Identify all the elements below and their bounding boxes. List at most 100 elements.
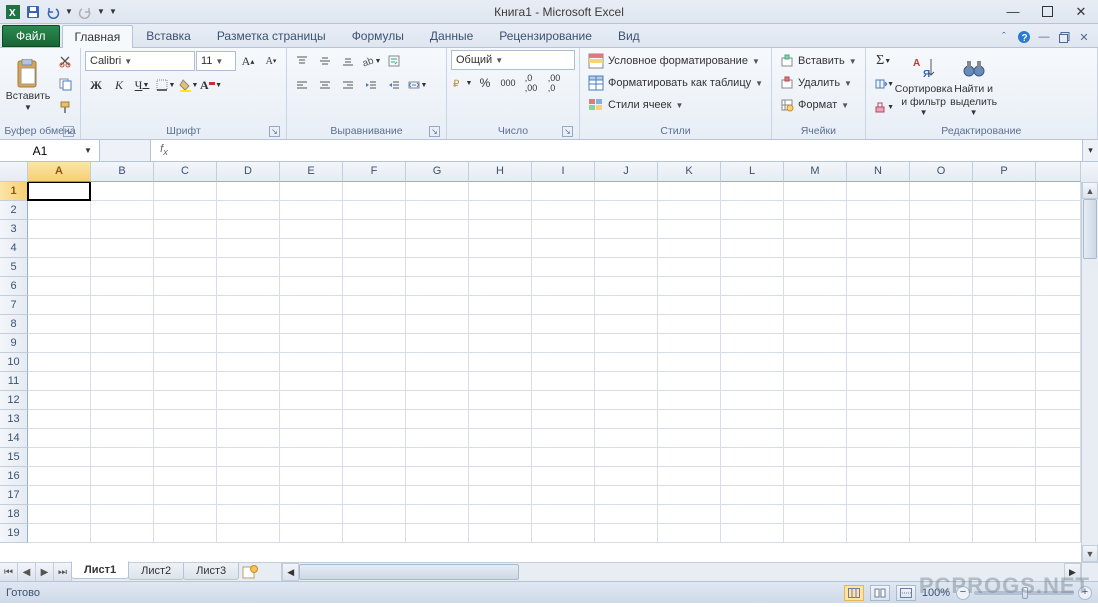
cell[interactable] [721, 277, 784, 296]
increase-decimal-button[interactable]: ,0,00 [520, 72, 542, 94]
cell[interactable] [406, 220, 469, 239]
cell[interactable] [910, 296, 973, 315]
cell[interactable] [784, 467, 847, 486]
sort-filter-button[interactable]: АЯ Сортировка и фильтр▼ [900, 50, 948, 120]
cell[interactable] [469, 505, 532, 524]
zoom-thumb[interactable] [1022, 587, 1028, 599]
save-icon[interactable] [24, 3, 42, 21]
cell[interactable] [154, 277, 217, 296]
cell[interactable] [721, 182, 784, 201]
row-header[interactable]: 5 [0, 258, 28, 277]
dialog-launcher-icon[interactable]: ↘ [63, 126, 74, 137]
cell[interactable] [1036, 429, 1081, 448]
cell[interactable] [469, 296, 532, 315]
cell[interactable] [217, 410, 280, 429]
border-button[interactable]: ▼ [154, 74, 176, 96]
merge-button[interactable]: ▼ [406, 74, 428, 96]
row-header[interactable]: 10 [0, 353, 28, 372]
cell[interactable] [847, 448, 910, 467]
ribbon-tab-3[interactable]: Формулы [339, 24, 417, 47]
cell[interactable] [784, 296, 847, 315]
cell[interactable] [406, 258, 469, 277]
cell[interactable] [595, 391, 658, 410]
minimize-ribbon-icon[interactable]: ˆ [996, 29, 1012, 45]
cell[interactable] [469, 277, 532, 296]
undo-icon[interactable] [44, 3, 62, 21]
cell[interactable] [847, 239, 910, 258]
cell[interactable] [721, 315, 784, 334]
cell[interactable] [1036, 182, 1081, 201]
cell[interactable] [28, 391, 91, 410]
minimize-button[interactable]: — [1000, 4, 1026, 20]
dialog-launcher-icon[interactable]: ↘ [562, 126, 573, 137]
cell[interactable] [910, 258, 973, 277]
cell[interactable] [343, 448, 406, 467]
cell[interactable] [973, 258, 1036, 277]
scroll-up-icon[interactable]: ▲ [1082, 182, 1098, 199]
cell[interactable] [469, 448, 532, 467]
cell[interactable] [154, 429, 217, 448]
cell[interactable] [406, 353, 469, 372]
column-header[interactable]: O [910, 162, 973, 182]
cell[interactable] [595, 524, 658, 543]
cell[interactable] [343, 315, 406, 334]
cell[interactable] [28, 220, 91, 239]
select-all-corner[interactable] [0, 162, 28, 182]
cell[interactable] [1036, 372, 1081, 391]
cell[interactable] [91, 353, 154, 372]
cell[interactable] [469, 410, 532, 429]
cell[interactable] [154, 201, 217, 220]
undo-dropdown-icon[interactable]: ▼ [64, 3, 74, 21]
normal-view-button[interactable] [844, 585, 864, 601]
cell[interactable] [595, 315, 658, 334]
column-header[interactable]: L [721, 162, 784, 182]
cell[interactable] [406, 277, 469, 296]
cell[interactable] [154, 391, 217, 410]
comma-button[interactable]: 000 [497, 72, 519, 94]
zoom-track[interactable] [974, 591, 1074, 595]
cell[interactable] [343, 277, 406, 296]
cell[interactable] [721, 467, 784, 486]
cell[interactable] [154, 353, 217, 372]
cell[interactable] [784, 239, 847, 258]
cell[interactable] [91, 429, 154, 448]
cell-styles-button[interactable]: Стили ячеек▼ [584, 94, 767, 116]
cell[interactable] [91, 277, 154, 296]
cell[interactable] [973, 182, 1036, 201]
cell[interactable] [280, 334, 343, 353]
cell[interactable] [217, 372, 280, 391]
cell[interactable] [532, 334, 595, 353]
cell[interactable] [1036, 334, 1081, 353]
cell[interactable] [721, 334, 784, 353]
cell[interactable] [910, 239, 973, 258]
cell[interactable] [973, 220, 1036, 239]
excel-icon[interactable]: X [4, 3, 22, 21]
cell[interactable] [595, 505, 658, 524]
row-header[interactable]: 1 [0, 182, 28, 201]
qat-customize-icon[interactable]: ▼ [108, 3, 118, 21]
cell[interactable] [784, 334, 847, 353]
cell[interactable] [1036, 296, 1081, 315]
formula-input[interactable] [177, 144, 1082, 158]
cell[interactable] [154, 467, 217, 486]
cell[interactable] [91, 182, 154, 201]
cell[interactable] [406, 334, 469, 353]
row-header[interactable]: 8 [0, 315, 28, 334]
cell[interactable] [658, 524, 721, 543]
column-header[interactable]: G [406, 162, 469, 182]
cell[interactable] [658, 334, 721, 353]
cell[interactable] [343, 334, 406, 353]
cell[interactable] [154, 505, 217, 524]
cell[interactable] [406, 410, 469, 429]
row-header[interactable]: 18 [0, 505, 28, 524]
cell[interactable] [91, 220, 154, 239]
cell[interactable] [217, 429, 280, 448]
cell[interactable] [973, 277, 1036, 296]
cell[interactable] [217, 239, 280, 258]
cell[interactable] [910, 315, 973, 334]
row-header[interactable]: 6 [0, 277, 28, 296]
cell[interactable] [658, 201, 721, 220]
column-header[interactable]: B [91, 162, 154, 182]
redo-icon[interactable] [76, 3, 94, 21]
cell[interactable] [721, 448, 784, 467]
